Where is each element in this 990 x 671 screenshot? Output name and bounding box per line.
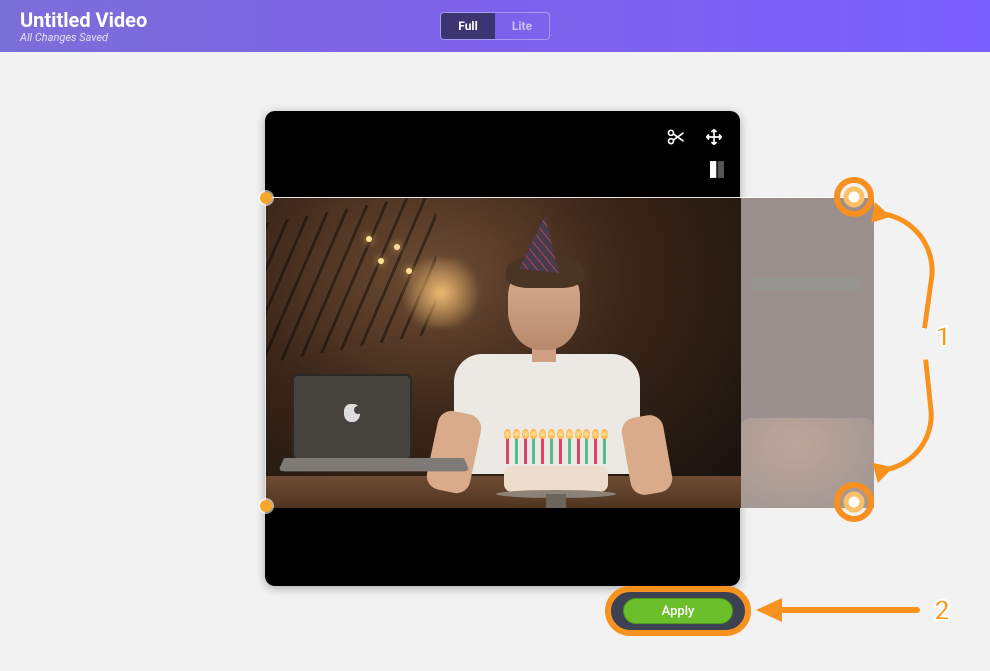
tool-row-2 [710,161,724,178]
crop-frame[interactable] [265,197,873,507]
annotation-arrow-2 [780,607,920,613]
flip-icon[interactable] [710,161,724,178]
crop-handle-top-left[interactable] [260,192,272,204]
tool-row [666,127,724,147]
annotation-step-2: 2 [934,594,950,627]
video-title[interactable]: Untitled Video [20,10,147,30]
cut-icon[interactable] [666,127,686,147]
apply-button[interactable]: Apply [623,598,733,624]
video-canvas [265,111,740,586]
mode-full-button[interactable]: Full [441,13,495,39]
annotation-highlight-apply: Apply [605,586,751,636]
save-status: All Changes Saved [20,32,147,43]
app-header: Untitled Video All Changes Saved Full Li… [0,0,990,52]
annotation-step-1: 1 [935,320,951,353]
mode-lite-button[interactable]: Lite [495,13,549,39]
crop-handle-bottom-left[interactable] [260,500,272,512]
move-icon[interactable] [704,127,724,147]
mode-toggle: Full Lite [440,12,550,40]
title-block: Untitled Video All Changes Saved [20,10,147,43]
annotation-arrowhead-2 [756,598,782,622]
video-frame-image [266,198,872,506]
annotation-highlight-handle-bottom-right [834,482,874,522]
